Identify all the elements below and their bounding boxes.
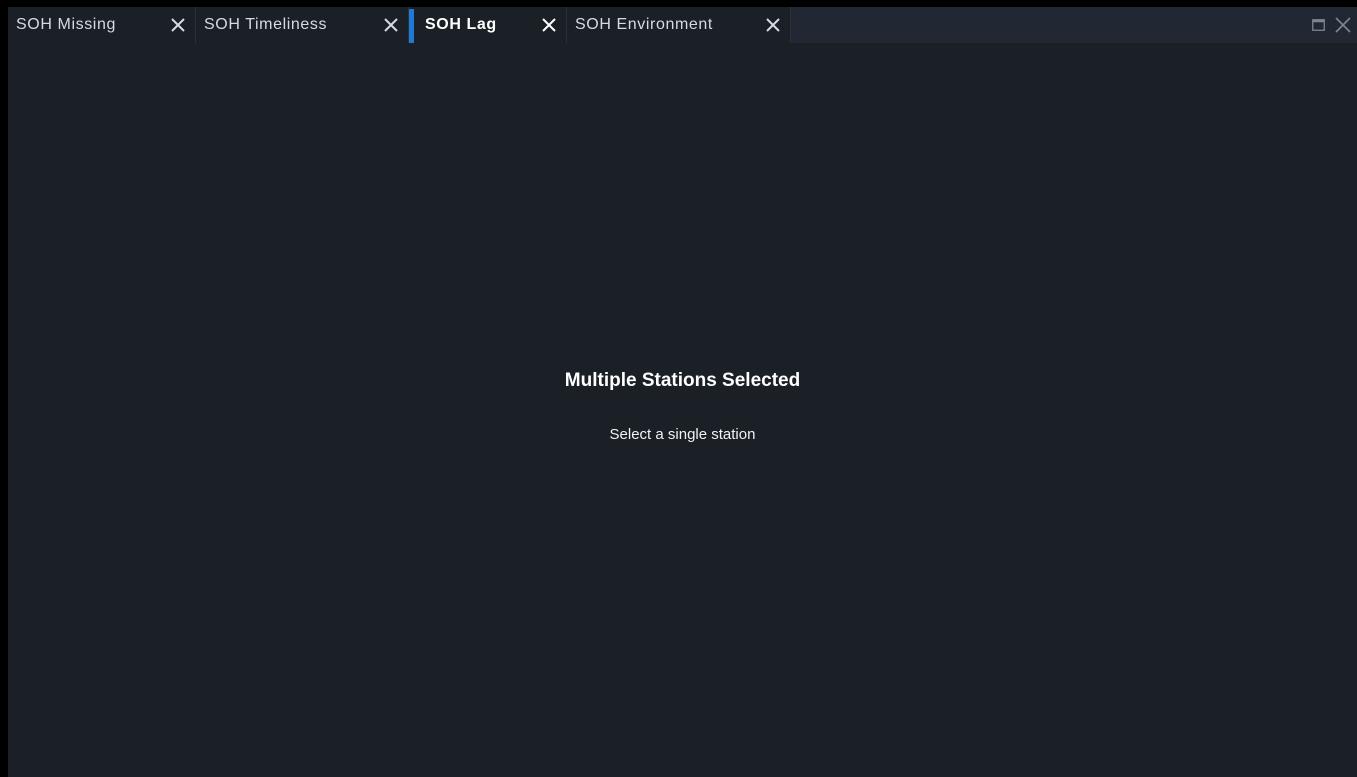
tab-label: SOH Environment [575,16,713,33]
message-title: Multiple Stations Selected [564,370,801,391]
close-icon[interactable] [762,14,784,36]
close-icon[interactable] [538,14,560,36]
close-icon[interactable] [167,14,189,36]
close-icon[interactable] [380,14,402,36]
tab-soh-lag[interactable]: SOH Lag [409,7,567,43]
soh-panel: SOH Missing SOH Timeliness SOH Lag SOH E… [8,7,1357,777]
tab-soh-missing[interactable]: SOH Missing [8,7,196,43]
tab-soh-environment[interactable]: SOH Environment [567,7,791,43]
tab-bar: SOH Missing SOH Timeliness SOH Lag SOH E… [8,7,1357,43]
tab-label: SOH Timeliness [204,16,328,33]
close-icon[interactable] [1335,17,1351,33]
tab-label: SOH Missing [16,16,116,33]
message-subtitle: Select a single station [609,426,756,443]
tab-label: SOH Lag [425,16,497,33]
tab-soh-timeliness[interactable]: SOH Timeliness [196,7,409,43]
maximize-icon[interactable] [1312,19,1325,31]
window-controls [1312,7,1351,43]
panel-content: Multiple Stations Selected Select a sing… [8,43,1357,777]
